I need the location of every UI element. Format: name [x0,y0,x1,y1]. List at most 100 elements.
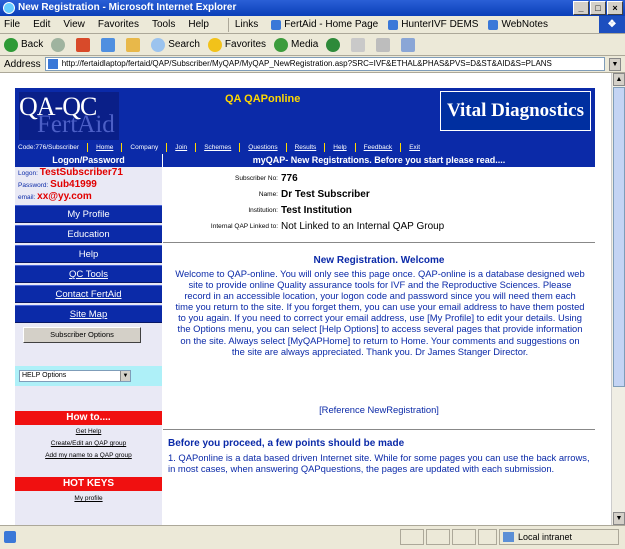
site-map-button[interactable]: Site Map [15,305,162,323]
nav-divider [166,143,168,152]
vital-diagnostics-logo: Vital Diagnostics [440,91,591,131]
reference-text: [Reference NewRegistration] [319,404,439,415]
nav-divider [121,143,123,152]
page-done-icon [4,531,16,543]
address-input[interactable]: http://fertaidlaptop/fertaid/QAP/Subscri… [44,57,605,71]
toolbar: Back Search Favorites Media [0,34,625,56]
options-select-row: HELP Options ▼ [15,366,162,386]
favorites-button[interactable]: Favorites [207,37,266,52]
address-dropdown-button[interactable]: ▼ [609,57,621,71]
page-icon [47,59,58,69]
minimize-button[interactable]: _ [573,1,589,15]
nav-divider [400,143,402,152]
logon-value: TestSubscriber71 [39,167,123,178]
add-name-qap-group-link[interactable]: Add my name to a QAP group [15,452,162,459]
window-title: New Registration - Microsoft Internet Ex… [18,2,237,13]
stop-icon [76,37,91,52]
subscriber-code: Code:776/Subscriber [18,144,80,151]
qc-tools-button[interactable]: QC Tools [15,265,162,283]
refresh-icon [101,37,116,52]
star-icon [207,37,222,52]
name-value: Dr Test Subscriber [281,189,370,200]
page-viewport: QA-QC FertAid QA QAPonline Vital Diagnos… [0,73,611,525]
site-name: QA QAPonline [225,93,301,105]
print-button[interactable] [376,37,393,52]
nav-company[interactable]: Company [130,144,158,151]
maximize-button[interactable]: □ [590,1,606,15]
logon-field: Logon: TestSubscriber71 [18,167,123,178]
scroll-down-button[interactable]: ▼ [613,512,625,525]
how-to-heading: How to.... [15,411,162,425]
my-profile-link[interactable]: My profile [15,495,162,502]
menu-edit[interactable]: Edit [33,19,50,30]
link-hunterivf-dems[interactable]: HunterIVF DEMS [388,19,478,30]
divider [163,242,595,243]
nav-exit[interactable]: Exit [409,144,420,151]
scroll-up-button[interactable]: ▲ [613,73,625,86]
forward-arrow-icon [51,37,66,52]
vertical-scrollbar[interactable]: ▲ ▼ [611,73,625,525]
mail-button[interactable] [351,37,368,52]
menu-tools[interactable]: Tools [152,19,175,30]
menu-favorites[interactable]: Favorites [98,19,139,30]
menu-help[interactable]: Help [188,19,209,30]
edit-button[interactable] [401,37,418,52]
link-fertaid-home[interactable]: FertAid - Home Page [271,19,378,30]
education-button[interactable]: Education [15,225,162,243]
status-bar: Local intranet [0,525,625,549]
history-icon [326,37,341,52]
help-options-select[interactable]: HELP Options ▼ [19,370,131,382]
nav-help[interactable]: Help [333,144,346,151]
intranet-icon [503,532,514,542]
sidebar: Logon/Password Logon: TestSubscriber71 P… [15,154,162,525]
windows-logo-icon: ❖ [599,16,625,33]
menu-file[interactable]: File [4,19,20,30]
status-segment [400,529,424,545]
nav-schemes[interactable]: Schemes [204,144,231,151]
email-field: email: xx@yy.com [18,191,92,202]
nav-divider [324,143,326,152]
status-segment [452,529,476,545]
refresh-button[interactable] [101,37,118,52]
before-proceed-heading: Before you proceed, a few points should … [168,438,405,449]
get-help-link[interactable]: Get Help [15,428,162,435]
site-header: QA-QC FertAid QA QAPonline Vital Diagnos… [15,88,595,154]
name-row: Name: Dr Test Subscriber [258,189,370,200]
history-button[interactable] [326,37,343,52]
nav-home[interactable]: Home [96,144,113,151]
nav-divider [354,143,356,152]
email-value: xx@yy.com [37,191,92,202]
home-button[interactable] [126,37,143,52]
media-icon [274,37,289,52]
nav-join[interactable]: Join [175,144,187,151]
institution-value: Test Institution [281,205,352,216]
forward-button[interactable] [51,37,68,52]
my-profile-button[interactable]: My Profile [15,205,162,223]
nav-questions[interactable]: Questions [248,144,277,151]
help-button[interactable]: Help [15,245,162,263]
back-button[interactable]: Back [4,37,43,52]
logo-fertaid: FertAid [37,111,115,138]
close-button[interactable]: × [607,1,623,15]
status-segment [426,529,450,545]
subscriber-options-button[interactable]: Subscriber Options [23,327,141,343]
search-button[interactable]: Search [151,37,200,52]
nav-results[interactable]: Results [295,144,317,151]
nav-divider [239,143,241,152]
welcome-text: Welcome to QAP-online. You will only see… [175,268,585,357]
scroll-thumb[interactable] [613,87,625,387]
menu-view[interactable]: View [63,19,85,30]
hot-keys-heading: HOT KEYS [15,477,162,491]
site-nav: Code:776/Subscriber Home Company Join Sc… [15,141,595,154]
subscriber-no-value: 776 [281,173,298,184]
subscriber-no-row: Subscriber No: 776 [235,173,298,184]
nav-feedback[interactable]: Feedback [364,144,393,151]
institution-row: Institution: Test Institution [248,205,352,216]
links-label: Links [234,19,259,30]
stop-button[interactable] [76,37,93,52]
create-edit-qap-group-link[interactable]: Create/Edit an QAP group [15,440,162,447]
contact-fertaid-button[interactable]: Contact FertAid [15,285,162,303]
media-button[interactable]: Media [274,37,318,52]
link-webnotes[interactable]: WebNotes [488,19,548,30]
edit-icon [401,37,416,52]
